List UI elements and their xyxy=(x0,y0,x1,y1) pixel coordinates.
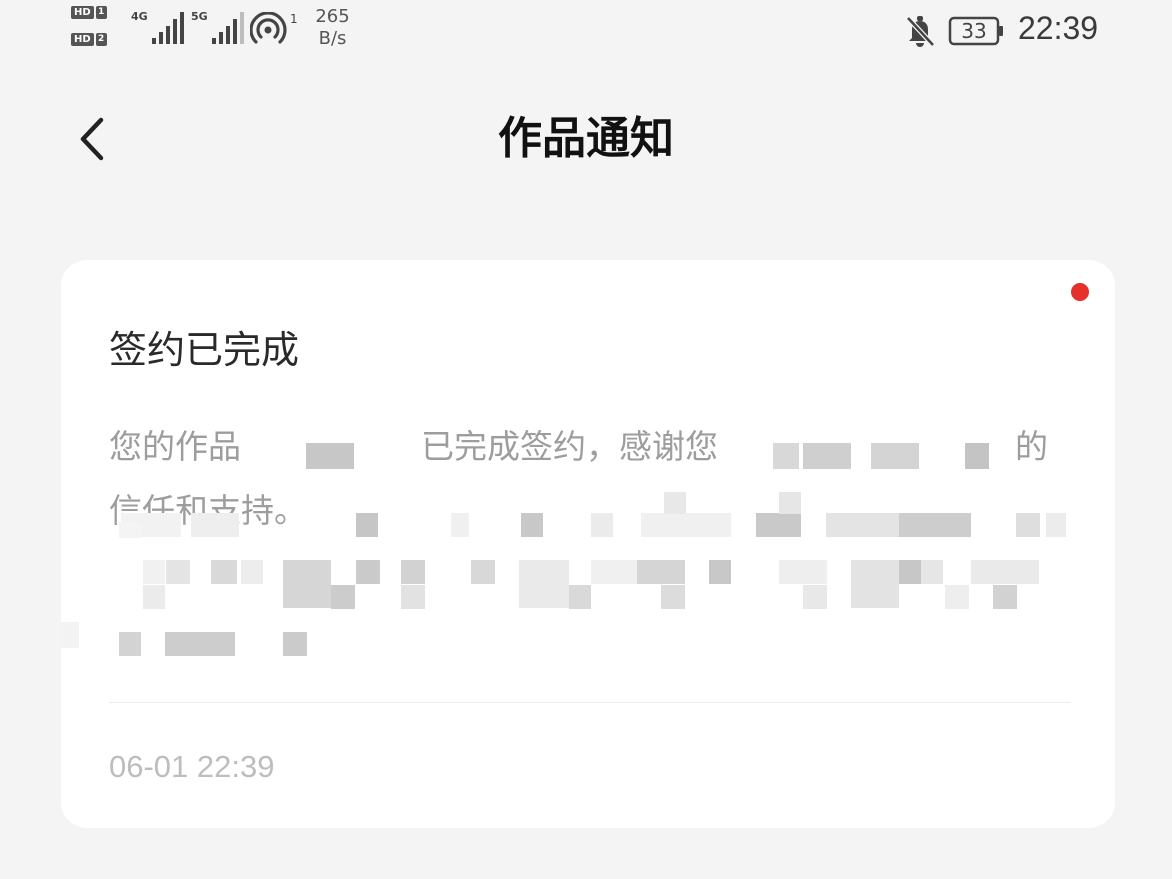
page-title: 作品通知 xyxy=(498,113,674,164)
mosaic-block xyxy=(283,560,331,608)
mosaic-block xyxy=(241,560,263,584)
mosaic-block xyxy=(637,560,685,584)
sim1-network-type: 4G xyxy=(131,10,148,23)
body-text-segment: 已完成签约，感谢您 xyxy=(421,427,718,466)
mosaic-block xyxy=(965,443,989,469)
battery-level: 33 xyxy=(961,19,987,43)
notification-time: 06-01 22:39 xyxy=(109,749,275,784)
unread-dot xyxy=(1071,283,1089,301)
network-speed: 265 B/s xyxy=(310,6,355,50)
mosaic-block xyxy=(143,560,165,584)
notification-title: 签约已完成 xyxy=(109,328,300,372)
mosaic-block xyxy=(519,560,569,608)
mosaic-block xyxy=(356,513,378,537)
sim2-number: 2 xyxy=(95,33,107,46)
body-text-segment: 的 xyxy=(1015,427,1048,466)
mosaic-block xyxy=(306,443,354,469)
mosaic-block xyxy=(166,560,190,584)
mosaic-block xyxy=(709,560,731,584)
sim2-badge: HD 2 xyxy=(71,33,107,46)
sim2-network-type: 5G xyxy=(191,10,208,23)
mosaic-block xyxy=(756,513,801,537)
mosaic-block xyxy=(451,513,469,537)
status-bar: HD 1 HD 2 4G 5G 1 265 B/s 33 22:39 xyxy=(0,0,1172,70)
body-text-segment: 您的作品 xyxy=(109,427,241,466)
mosaic-block xyxy=(993,585,1017,609)
network-speed-unit: B/s xyxy=(318,28,347,49)
mosaic-block xyxy=(143,585,165,609)
mosaic-block xyxy=(971,560,1039,584)
sim-indicators: HD 1 HD 2 xyxy=(71,6,107,46)
mosaic-block xyxy=(803,443,851,469)
mosaic-block xyxy=(119,632,141,656)
mosaic-block xyxy=(945,585,969,609)
mosaic-block xyxy=(899,560,921,584)
mosaic-block xyxy=(641,513,731,537)
mosaic-block xyxy=(569,585,591,609)
mosaic-block xyxy=(851,560,899,608)
sim1-signal: 4G xyxy=(131,10,184,46)
mosaic-block xyxy=(165,632,235,656)
mosaic-block xyxy=(356,560,380,584)
sim1-number: 1 xyxy=(95,6,107,19)
mosaic-block xyxy=(661,585,685,609)
mosaic-block xyxy=(591,560,639,584)
mosaic-block xyxy=(871,443,919,469)
mosaic-block xyxy=(211,560,237,584)
hd-icon: HD xyxy=(71,33,94,46)
mosaic-block xyxy=(1016,513,1040,537)
hotspot-count: 1 xyxy=(290,12,298,26)
sim1-badge: HD 1 xyxy=(71,6,107,19)
status-clock: 22:39 xyxy=(1018,10,1099,46)
mosaic-block xyxy=(921,560,943,584)
mute-bell-icon xyxy=(906,16,935,47)
mosaic-block xyxy=(283,632,307,656)
mosaic-block xyxy=(591,513,613,537)
signal-icon xyxy=(211,12,244,44)
mosaic-block xyxy=(471,560,495,584)
mosaic-block xyxy=(779,492,801,514)
signal-icon xyxy=(151,12,184,44)
mosaic-block xyxy=(803,585,827,609)
mosaic-block xyxy=(521,513,543,537)
hd-icon: HD xyxy=(71,6,94,19)
mosaic-block xyxy=(664,492,686,514)
mosaic-block xyxy=(331,585,355,609)
mosaic-block xyxy=(401,585,425,609)
mosaic-block xyxy=(773,443,799,469)
mosaic-block xyxy=(61,622,79,648)
mosaic-block xyxy=(899,513,971,537)
mosaic-block xyxy=(119,522,141,538)
mosaic-block xyxy=(1046,513,1066,537)
divider xyxy=(109,702,1071,703)
network-speed-value: 265 xyxy=(315,6,350,27)
mosaic-block xyxy=(401,560,425,584)
sim2-signal: 5G xyxy=(191,10,244,46)
mosaic-block xyxy=(191,513,239,537)
notification-card[interactable]: 签约已完成 您的作品 已完成签约，感谢您 的 信任和支持。 06-01 22:3… xyxy=(61,260,1115,828)
mosaic-block xyxy=(779,560,827,584)
